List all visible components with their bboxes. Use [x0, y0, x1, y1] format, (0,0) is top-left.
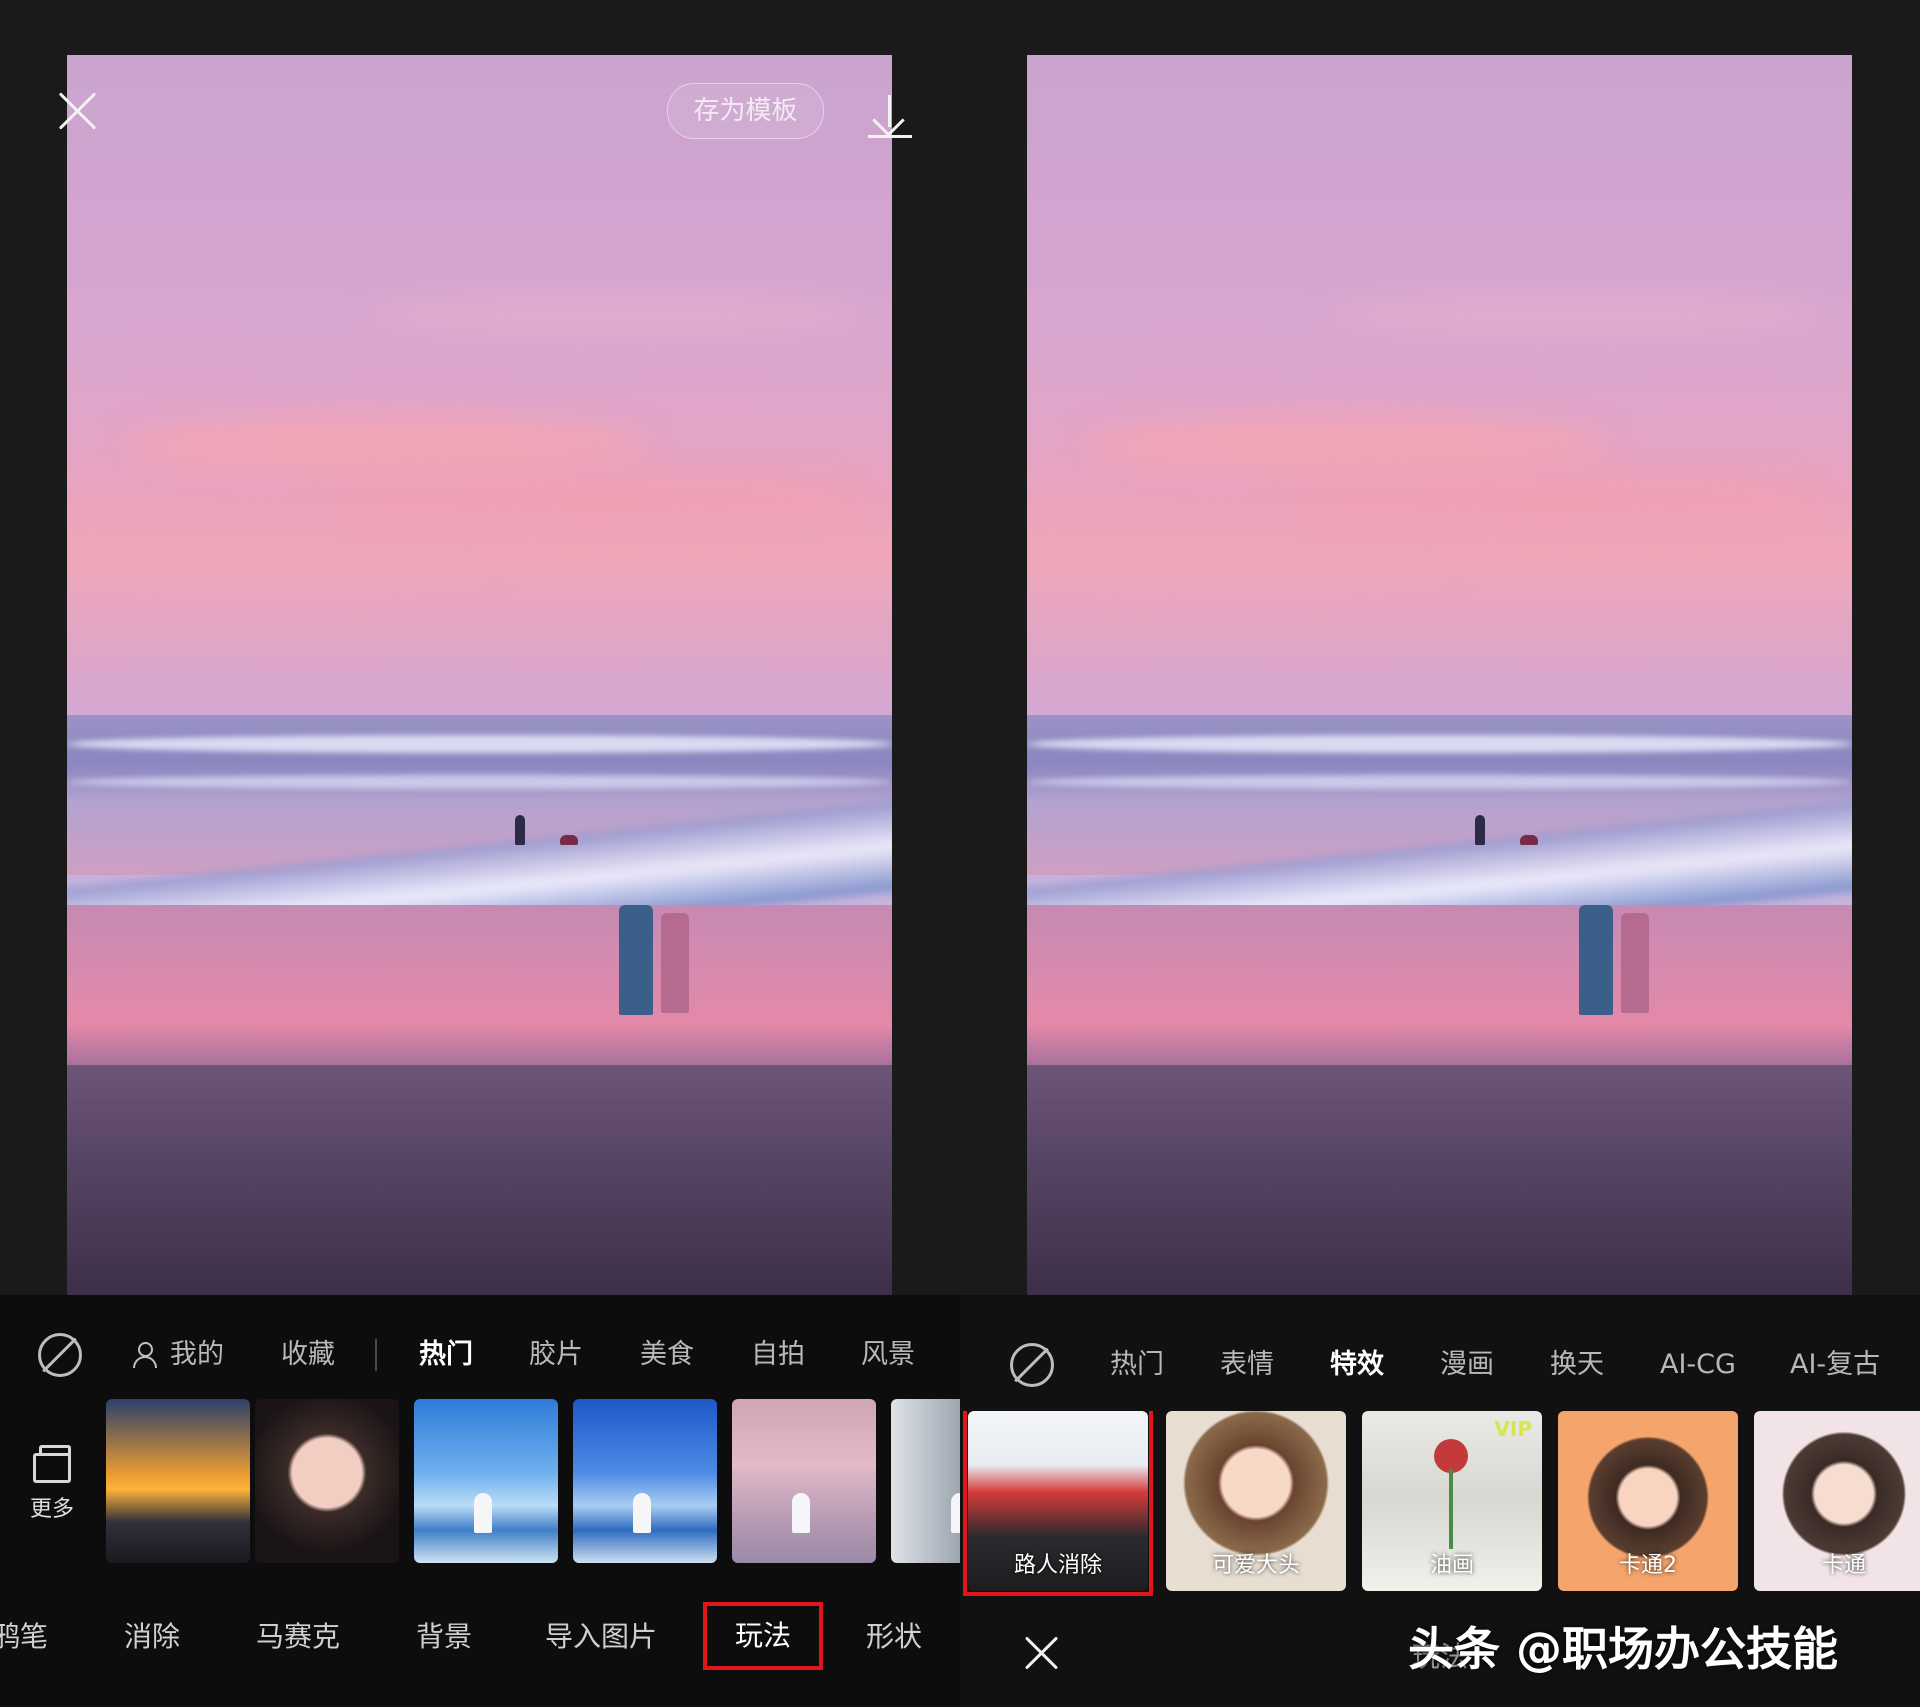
- photo-preview: [67, 55, 892, 1295]
- template-thumbnail[interactable]: [573, 1399, 717, 1563]
- tab-mine[interactable]: 我的: [170, 1325, 224, 1385]
- tab-effects[interactable]: 特效: [1330, 1335, 1384, 1395]
- tab-scenery[interactable]: 风景: [861, 1325, 915, 1385]
- tab-selfie[interactable]: 自拍: [751, 1325, 805, 1385]
- tool-import-image[interactable]: 导入图片: [545, 1602, 657, 1672]
- tab-comic[interactable]: 漫画: [1440, 1335, 1494, 1395]
- effect-label: 卡通2: [1619, 1553, 1677, 1578]
- tab-ai-retro[interactable]: AI-复古: [1790, 1335, 1880, 1395]
- user-icon: [132, 1342, 157, 1368]
- category-tabs: 我的 收藏 热门 胶片 美食 自拍 风景: [0, 1325, 960, 1385]
- effect-cartoon[interactable]: 卡通: [1754, 1411, 1920, 1591]
- left-editor-panel: 存为模板 我的 收藏 热门 胶片 美食 自拍 风景 更多 鸦笔 消除 马赛克 背…: [0, 0, 960, 1707]
- couple-figure-left: [619, 905, 653, 1015]
- effect-oil-painting[interactable]: VIP 油画: [1362, 1411, 1542, 1591]
- tab-expression[interactable]: 表情: [1220, 1335, 1274, 1395]
- selected-effect-highlight: [963, 1411, 1153, 1596]
- tab-divider: [375, 1339, 377, 1371]
- vip-badge: VIP: [1494, 1417, 1532, 1441]
- right-editor-panel: 热门 表情 特效 漫画 换天 AI-CG AI-复古 路人消除 可爱大头 VIP…: [960, 0, 1920, 1707]
- tab-ai-cg[interactable]: AI-CG: [1660, 1335, 1736, 1395]
- tool-shape[interactable]: 形状: [866, 1602, 922, 1672]
- template-thumbnail[interactable]: [255, 1399, 399, 1563]
- template-thumbnail[interactable]: [106, 1399, 250, 1563]
- tool-play[interactable]: 玩法: [703, 1602, 824, 1670]
- watermark: 头条 @职场办公技能: [1408, 1622, 1839, 1676]
- tab-favorites[interactable]: 收藏: [281, 1325, 335, 1385]
- no-filter-icon[interactable]: [38, 1333, 82, 1377]
- couple-figure-right: [1579, 905, 1613, 1015]
- template-thumbnails: [0, 1399, 960, 1564]
- close-icon[interactable]: [1020, 1631, 1064, 1675]
- effect-category-tabs: 热门 表情 特效 漫画 换天 AI-CG AI-复古: [960, 1335, 1920, 1395]
- template-thumbnail[interactable]: [891, 1399, 960, 1563]
- tool-background[interactable]: 背景: [416, 1602, 472, 1672]
- tab-food[interactable]: 美食: [640, 1325, 694, 1385]
- effect-cartoon-2[interactable]: 卡通2: [1558, 1411, 1738, 1591]
- save-template-button[interactable]: 存为模板: [667, 83, 824, 139]
- tab-sky-swap[interactable]: 换天: [1550, 1335, 1604, 1395]
- tab-hot[interactable]: 热门: [1110, 1335, 1164, 1395]
- effect-cute-bighead[interactable]: 可爱大头: [1166, 1411, 1346, 1591]
- effect-label: 可爱大头: [1211, 1553, 1300, 1578]
- left-bottom-toolbar: 我的 收藏 热门 胶片 美食 自拍 风景 更多 鸦笔 消除 马赛克 背景 导入图…: [0, 1295, 960, 1707]
- effect-label: 卡通: [1821, 1553, 1866, 1578]
- tab-hot[interactable]: 热门: [419, 1325, 473, 1385]
- template-thumbnail[interactable]: [732, 1399, 876, 1563]
- tool-mosaic[interactable]: 马赛克: [256, 1602, 340, 1672]
- close-icon[interactable]: [52, 86, 102, 136]
- tool-brush[interactable]: 鸦笔: [0, 1602, 48, 1672]
- template-thumbnail[interactable]: [414, 1399, 558, 1563]
- download-icon[interactable]: [868, 95, 912, 139]
- tab-film[interactable]: 胶片: [529, 1325, 583, 1385]
- no-effect-icon[interactable]: [1010, 1343, 1054, 1387]
- photo-preview: [1027, 55, 1852, 1295]
- tool-row: 鸦笔 消除 马赛克 背景 导入图片 玩法 形状: [0, 1602, 960, 1672]
- effect-thumbnails: 路人消除 可爱大头 VIP 油画 卡通2 卡通: [960, 1411, 1920, 1601]
- tool-erase[interactable]: 消除: [124, 1602, 180, 1672]
- right-bottom-toolbar: 热门 表情 特效 漫画 换天 AI-CG AI-复古 路人消除 可爱大头 VIP…: [960, 1295, 1920, 1707]
- effect-label: 油画: [1429, 1553, 1474, 1578]
